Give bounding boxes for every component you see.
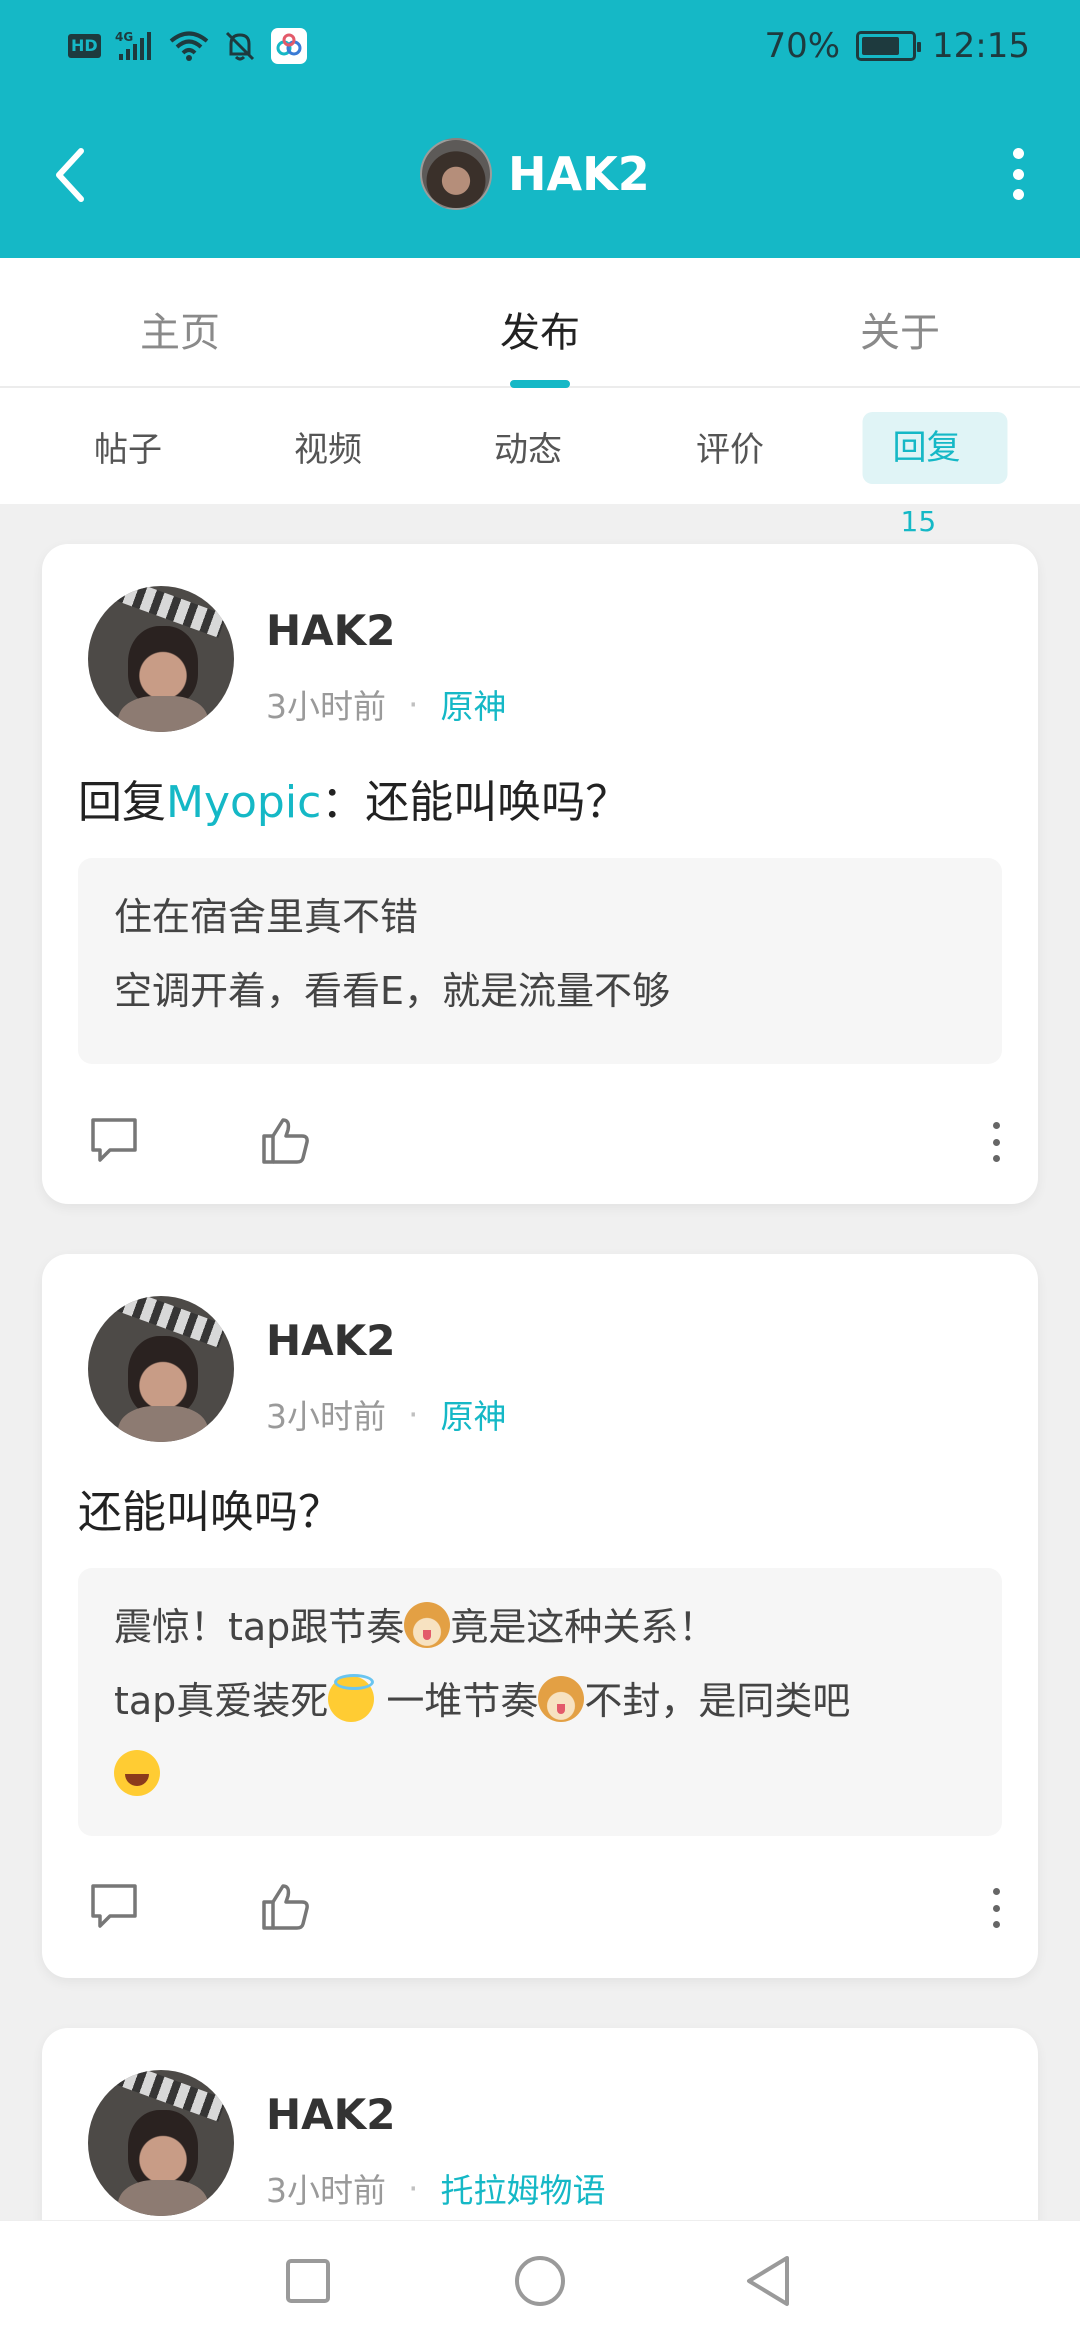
quote-line: tap真爱装死 一堆节奏 不封，是同类吧 [114, 1664, 966, 1738]
dot [1012, 168, 1024, 180]
battery-percent: 70% [764, 26, 841, 66]
square-icon [286, 2259, 330, 2303]
app-notification-icon [270, 28, 307, 64]
quote-segment: 竟是这种关系！ [450, 1605, 717, 1649]
comment-icon [91, 1884, 137, 1928]
post-time: 3小时前 [266, 2171, 386, 2210]
subtab-videos[interactable]: 视频 [294, 422, 362, 471]
hd-icon: HD [68, 34, 101, 58]
main-tabs: 主页 发布 关于 [0, 258, 1080, 388]
doge-emoji-icon [538, 1676, 585, 1722]
subtab-replies-label: 回复 [892, 428, 961, 468]
dot [992, 1904, 1000, 1912]
tab-home[interactable]: 主页 [140, 300, 220, 358]
avatar[interactable] [88, 2070, 234, 2216]
battery-icon [856, 31, 922, 61]
avatar[interactable] [88, 586, 234, 732]
more-options-button[interactable] [1008, 148, 1028, 200]
author-name[interactable]: HAK2 [266, 606, 395, 655]
thumbs-up-icon [262, 1884, 309, 1930]
active-tab-indicator [510, 380, 570, 388]
mute-notifications-icon [223, 29, 257, 63]
subtab-reviews[interactable]: 评价 [696, 422, 764, 471]
dot [992, 1921, 1000, 1928]
reply-body: 还能叫唤吗？ [78, 1487, 342, 1538]
post-time: 3小时前 [266, 687, 386, 726]
reply-prefix: 回复 [78, 777, 166, 828]
post-time: 3小时前 [266, 1397, 386, 1436]
quote-segment: tap真爱装死 [114, 1679, 329, 1723]
quote-line [114, 1738, 966, 1812]
meta-separator: · [408, 1394, 419, 1434]
circle-icon [515, 2256, 565, 2306]
status-bar: HD 4G 70% 12:15 [0, 20, 1080, 76]
back-button[interactable] [40, 140, 100, 210]
signal-icon: 4G [115, 30, 155, 62]
doge-emoji-icon [404, 1602, 451, 1648]
comment-button[interactable] [84, 1110, 144, 1170]
triangle-back-icon [747, 2256, 789, 2306]
post-more-button[interactable] [990, 1888, 1002, 1928]
dot [992, 1122, 1000, 1129]
quoted-post[interactable]: 住在宿舍里真不错 空调开着，看看E，就是流量不够 [78, 858, 1002, 1064]
author-name[interactable]: HAK2 [266, 1316, 395, 1365]
quote-segment: 震惊！tap跟节奏 [114, 1605, 405, 1649]
sub-tabs: 帖子 视频 动态 评价 回复 15 [0, 388, 1080, 538]
thumbs-up-icon [262, 1118, 309, 1164]
home-button[interactable] [510, 2251, 570, 2311]
tab-posts[interactable]: 发布 [500, 300, 580, 358]
tab-about[interactable]: 关于 [860, 300, 940, 358]
comment-icon [91, 1118, 137, 1162]
dot [992, 1138, 1000, 1146]
post-more-button[interactable] [990, 1122, 1002, 1162]
quote-segment: 不封，是同类吧 [584, 1679, 851, 1723]
dot [1012, 148, 1024, 159]
reply-card[interactable]: HAK2 3小时前 · 原神 回复Myopic：还能叫唤吗？ 住在宿舍里真不错 … [42, 544, 1038, 1204]
clock: 12:15 [932, 26, 1030, 66]
quote-line: 震惊！tap跟节奏 竟是这种关系！ [114, 1590, 966, 1664]
post-meta: 3小时前 · 原神 [266, 1390, 507, 1438]
reply-text[interactable]: 回复Myopic：还能叫唤吗？ [78, 766, 629, 830]
subtab-threads[interactable]: 帖子 [94, 422, 162, 471]
reply-body: 还能叫唤吗？ [365, 777, 630, 828]
mention-link[interactable]: Myopic [166, 777, 321, 828]
profile-header: HAK2 [420, 136, 650, 212]
reply-separator: ： [321, 777, 366, 828]
quote-segment: 一堆节奏 [374, 1679, 539, 1723]
chevron-left-icon [56, 148, 84, 202]
subtab-moments[interactable]: 动态 [494, 422, 562, 471]
comment-button[interactable] [84, 1876, 144, 1936]
avatar[interactable] [88, 1296, 234, 1442]
reply-count-badge: 15 [900, 505, 937, 538]
quote-line: 住在宿舍里真不错 [114, 895, 419, 939]
reply-text[interactable]: 还能叫唤吗？ [78, 1476, 342, 1540]
quoted-post[interactable]: 震惊！tap跟节奏 竟是这种关系！ tap真爱装死 一堆节奏 不封，是同类吧 [78, 1568, 1002, 1836]
avatar[interactable] [420, 138, 492, 210]
post-meta: 3小时前 · 原神 [266, 680, 507, 728]
recents-button[interactable] [278, 2251, 338, 2311]
game-tag[interactable]: 原神 [441, 1390, 507, 1438]
like-button[interactable] [256, 1876, 316, 1936]
game-tag[interactable]: 原神 [441, 680, 507, 728]
svg-text:4G: 4G [115, 30, 133, 44]
halo-smile-emoji-icon [328, 1674, 375, 1722]
wifi-icon [169, 30, 209, 62]
post-meta: 3小时前 · 托拉姆物语 [266, 2164, 606, 2212]
quote-line: 空调开着，看看E，就是流量不够 [114, 969, 671, 1013]
back-nav-button[interactable] [738, 2251, 798, 2311]
game-tag[interactable]: 托拉姆物语 [441, 2164, 606, 2212]
dot [992, 1155, 1000, 1162]
page-title: HAK2 [508, 147, 650, 201]
meta-separator: · [408, 684, 419, 724]
system-nav-bar [0, 2220, 1080, 2340]
like-button[interactable] [256, 1110, 316, 1170]
grin-emoji-icon [114, 1750, 160, 1796]
subtab-replies[interactable]: 回复 15 [862, 412, 1008, 538]
author-name[interactable]: HAK2 [266, 2090, 395, 2139]
meta-separator: · [408, 2168, 419, 2208]
reply-card[interactable]: HAK2 3小时前 · 原神 还能叫唤吗？ 震惊！tap跟节奏 竟是这种关系！ t… [42, 1254, 1038, 1978]
dot [992, 1888, 1000, 1895]
app-header-bar: HD 4G 70% 12:15 HAK2 [0, 0, 1080, 258]
dot [1012, 189, 1024, 200]
